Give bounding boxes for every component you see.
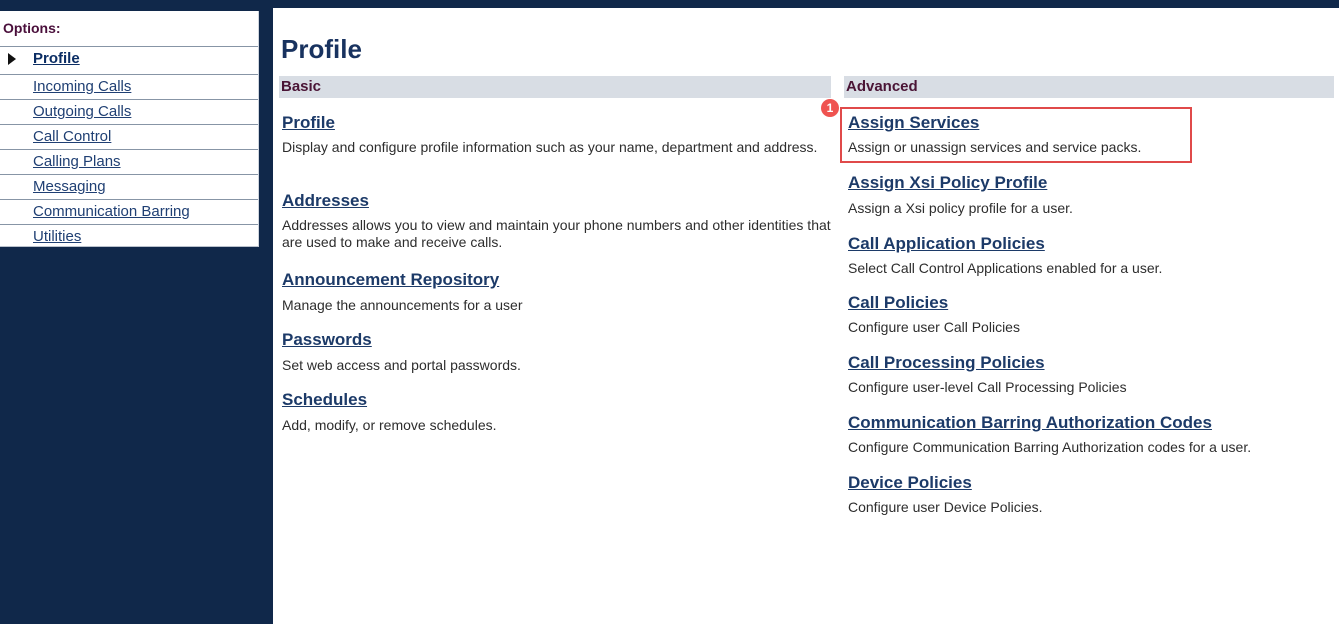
- desc-call-policies: Configure user Call Policies: [848, 319, 1020, 335]
- desc-device-policies: Configure user Device Policies.: [848, 499, 1043, 515]
- step-badge: 1: [821, 99, 839, 117]
- sidebar-item-outgoing-calls[interactable]: Outgoing Calls: [0, 99, 258, 123]
- main-content: [273, 8, 1339, 624]
- top-bar: [0, 0, 1339, 8]
- link-call-policies[interactable]: Call Policies: [848, 293, 948, 313]
- options-title: Options:: [3, 20, 61, 36]
- sidebar-item-label[interactable]: Call Control: [33, 128, 111, 145]
- link-device-policies[interactable]: Device Policies: [848, 473, 972, 493]
- sidebar-item-label[interactable]: Communication Barring: [33, 203, 190, 220]
- desc-profile: Display and configure profile informatio…: [282, 139, 818, 155]
- sidebar-item-utilities[interactable]: Utilities: [0, 224, 258, 248]
- sidebar-item-profile[interactable]: Profile: [0, 46, 258, 70]
- link-announcement-repository[interactable]: Announcement Repository: [282, 270, 499, 290]
- desc-passwords: Set web access and portal passwords.: [282, 357, 521, 373]
- link-profile[interactable]: Profile: [282, 113, 335, 133]
- sidebar-item-calling-plans[interactable]: Calling Plans: [0, 149, 258, 173]
- sidebar-item-label[interactable]: Utilities: [33, 228, 81, 245]
- link-call-processing-policies[interactable]: Call Processing Policies: [848, 353, 1045, 373]
- sidebar-item-label[interactable]: Incoming Calls: [33, 78, 131, 95]
- desc-addresses: Addresses allows you to view and maintai…: [282, 217, 831, 250]
- link-assign-services[interactable]: Assign Services: [848, 113, 979, 133]
- link-communication-barring-authorization-codes[interactable]: Communication Barring Authorization Code…: [848, 413, 1212, 433]
- desc-call-processing-policies: Configure user-level Call Processing Pol…: [848, 379, 1127, 395]
- link-call-application-policies[interactable]: Call Application Policies: [848, 234, 1045, 254]
- desc-assign-xsi-policy-profile: Assign a Xsi policy profile for a user.: [848, 200, 1073, 216]
- sidebar-item-communication-barring[interactable]: Communication Barring: [0, 199, 258, 223]
- current-arrow-icon: [8, 53, 16, 65]
- desc-communication-barring-authorization-codes: Configure Communication Barring Authoriz…: [848, 439, 1252, 455]
- link-schedules[interactable]: Schedules: [282, 390, 367, 410]
- desc-schedules: Add, modify, or remove schedules.: [282, 417, 497, 433]
- desc-assign-services: Assign or unassign services and service …: [848, 139, 1142, 155]
- sidebar-item-label[interactable]: Calling Plans: [33, 153, 121, 170]
- sidebar-item-label[interactable]: Messaging: [33, 178, 106, 195]
- section-heading-advanced: Advanced: [844, 76, 1334, 98]
- link-assign-xsi-policy-profile[interactable]: Assign Xsi Policy Profile: [848, 173, 1047, 193]
- sidebar-item-call-control[interactable]: Call Control: [0, 124, 258, 148]
- sidebar-item-label[interactable]: Profile: [33, 50, 80, 67]
- desc-announcement-repository: Manage the announcements for a user: [282, 297, 523, 313]
- section-heading-basic: Basic: [279, 76, 831, 98]
- sidebar-item-label[interactable]: Outgoing Calls: [33, 103, 131, 120]
- sidebar-item-incoming-calls[interactable]: Incoming Calls: [0, 74, 258, 98]
- desc-call-application-policies: Select Call Control Applications enabled…: [848, 260, 1163, 276]
- link-passwords[interactable]: Passwords: [282, 330, 372, 350]
- sidebar-item-messaging[interactable]: Messaging: [0, 174, 258, 198]
- page-title: Profile: [281, 34, 362, 64]
- link-addresses[interactable]: Addresses: [282, 191, 369, 211]
- options-panel: Options: Profile Incoming Calls Outgoing…: [0, 11, 259, 247]
